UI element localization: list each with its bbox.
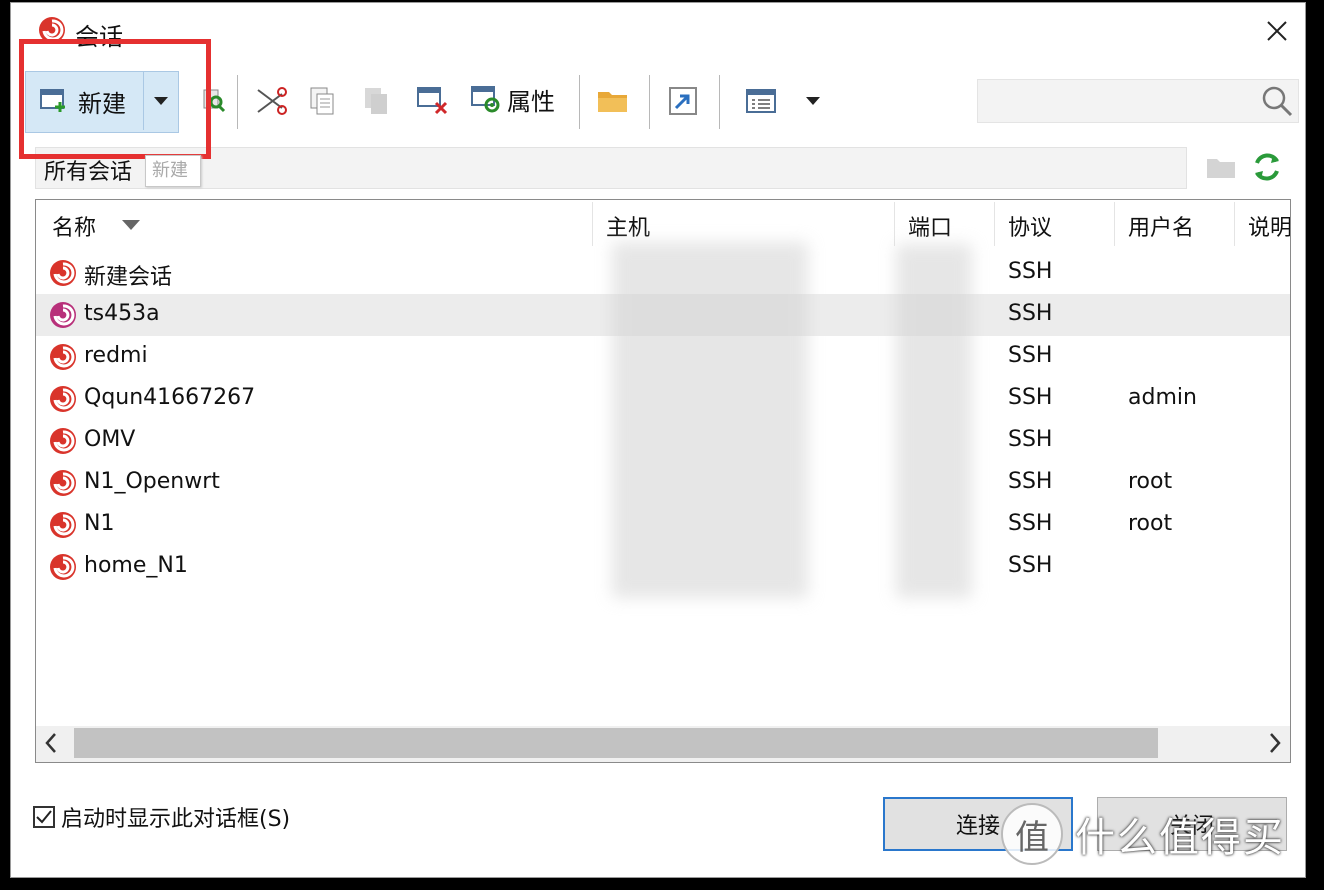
column-header-description[interactable]: 说明 <box>1248 210 1290 242</box>
watermark-text: 什么值得买 <box>1075 815 1285 861</box>
close-icon <box>1267 21 1287 41</box>
column-header-username[interactable]: 用户名 <box>1128 210 1194 242</box>
startup-option[interactable]: 启动时显示此对话框(S) <box>33 801 290 833</box>
session-name: home_N1 <box>84 553 188 578</box>
session-username: root <box>1128 469 1173 494</box>
dropdown-arrow-icon <box>806 97 820 105</box>
session-name: N1 <box>84 511 115 536</box>
toolbar-separator <box>579 75 580 129</box>
view-button[interactable] <box>743 85 779 117</box>
session-icon <box>50 344 76 370</box>
highlight-annotation <box>19 39 211 159</box>
session-protocol: SSH <box>1008 259 1053 284</box>
watermark-logo: 值 <box>1001 803 1063 865</box>
search-icon[interactable] <box>1260 84 1294 118</box>
view-dropdown[interactable] <box>801 91 825 111</box>
redacted-port-column <box>896 244 972 598</box>
session-protocol: SSH <box>1008 301 1053 326</box>
properties-icon <box>471 86 500 113</box>
session-icon <box>50 386 76 412</box>
session-list[interactable]: 名称 主机 端口 协议 用户名 说明 新建会话 SSH ts453a SSH r… <box>35 199 1291 763</box>
paste-button[interactable] <box>361 83 391 119</box>
session-protocol: SSH <box>1008 511 1053 536</box>
session-name: Qqun41667267 <box>84 385 256 410</box>
scrollbar-thumb[interactable] <box>74 728 1158 758</box>
session-icon <box>50 512 76 538</box>
shortcut-button[interactable] <box>665 83 701 119</box>
redacted-host-column <box>612 242 808 598</box>
session-username: admin <box>1128 385 1197 410</box>
session-name: ts453a <box>84 301 160 326</box>
cut-button[interactable] <box>253 83 289 119</box>
folder-icon <box>598 92 627 112</box>
properties-label: 属性 <box>507 87 555 116</box>
new-session-tooltip: 新建 <box>145 155 201 187</box>
search-input[interactable] <box>977 79 1299 123</box>
session-icon <box>50 428 76 454</box>
session-icon <box>50 260 76 286</box>
session-name: N1_Openwrt <box>84 469 220 494</box>
session-protocol: SSH <box>1008 343 1053 368</box>
delete-button[interactable] <box>415 83 451 119</box>
column-header-host[interactable]: 主机 <box>606 210 650 242</box>
column-header-port[interactable]: 端口 <box>908 210 952 242</box>
details-view-icon <box>746 89 776 113</box>
close-window-button[interactable] <box>1259 13 1295 49</box>
session-name: 新建会话 <box>84 265 173 290</box>
shortcut-arrow-icon <box>669 87 697 115</box>
session-name: OMV <box>84 427 136 452</box>
horizontal-scrollbar[interactable] <box>36 726 1290 762</box>
startup-checkbox-label: 启动时显示此对话框(S) <box>61 807 291 832</box>
session-icon <box>50 302 76 328</box>
session-protocol: SSH <box>1008 427 1053 452</box>
new-folder-icon[interactable] <box>1205 151 1237 183</box>
copy-icon <box>310 87 334 115</box>
scroll-right-icon[interactable] <box>1268 732 1282 754</box>
column-divider <box>1114 202 1115 246</box>
checkmark-icon <box>36 810 52 824</box>
session-username: root <box>1128 511 1173 536</box>
column-divider <box>994 202 995 246</box>
open-folder-button[interactable] <box>595 83 631 119</box>
column-divider <box>592 202 593 246</box>
copy-button[interactable] <box>307 83 337 119</box>
toolbar-separator <box>719 75 720 129</box>
session-name: redmi <box>84 343 148 368</box>
session-protocol: SSH <box>1008 553 1053 578</box>
column-header-name[interactable]: 名称 <box>52 210 96 242</box>
startup-checkbox[interactable] <box>33 806 55 828</box>
toolbar-separator <box>649 75 650 129</box>
session-protocol: SSH <box>1008 385 1053 410</box>
session-protocol: SSH <box>1008 469 1053 494</box>
column-divider <box>1234 202 1235 246</box>
watermark: 值 什么值得买 <box>1001 803 1285 865</box>
sort-descending-icon <box>122 220 140 230</box>
properties-button[interactable]: 属性 <box>471 79 555 119</box>
refresh-icon[interactable] <box>1249 149 1285 185</box>
scroll-left-icon[interactable] <box>44 732 58 754</box>
session-icon <box>50 470 76 496</box>
column-divider <box>894 202 895 246</box>
delete-icon <box>417 87 448 115</box>
toolbar-separator <box>237 75 238 129</box>
sessions-dialog: 会话 新建 属性 所有会话 新建 名称 主机 端口 协议 用户名 说明 新建会话… <box>10 2 1306 878</box>
column-header-protocol[interactable]: 协议 <box>1008 210 1052 242</box>
scissors-icon <box>257 87 287 115</box>
session-icon <box>50 554 76 580</box>
paste-icon <box>365 88 387 114</box>
